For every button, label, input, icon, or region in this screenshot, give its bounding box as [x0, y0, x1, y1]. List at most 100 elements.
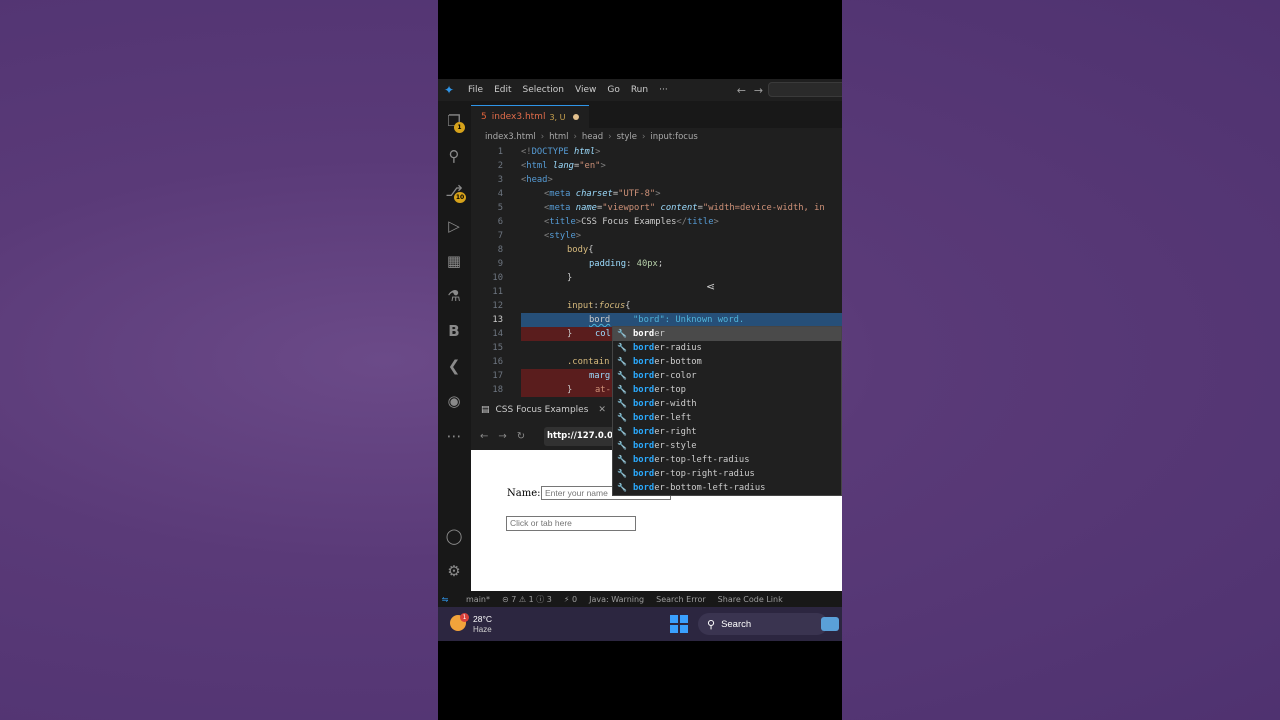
github-icon[interactable]: ◉: [444, 391, 464, 411]
menu-more[interactable]: ···: [659, 85, 668, 95]
taskbar-search[interactable]: ⚲ Search: [698, 613, 828, 635]
suggestion-match: bord: [633, 357, 655, 367]
typed-word: bord: [589, 315, 611, 325]
line-number: 18: [492, 385, 503, 395]
line-number: 15: [492, 343, 503, 353]
remote-icon[interactable]: ⇋: [438, 595, 452, 604]
line-number: 1: [497, 147, 503, 157]
wrench-property-icon: 🔧: [617, 399, 627, 408]
suggestion-item[interactable]: 🔧 bord er-bottom: [613, 355, 841, 369]
line-number: 7: [497, 231, 503, 241]
tab-index3-html[interactable]: 5 index3.html 3, U: [471, 105, 590, 128]
forward-arrow-icon[interactable]: →: [754, 84, 763, 97]
search-icon[interactable]: ⚲: [444, 146, 464, 166]
reload-icon[interactable]: ↻: [517, 431, 525, 442]
accounts-icon[interactable]: ◯: [444, 526, 464, 546]
browser-forward-icon[interactable]: →: [498, 431, 506, 442]
weather-badge: 1: [460, 613, 469, 622]
title-bar: ✦ File Edit Selection View Go Run ··· ← …: [438, 79, 842, 101]
taskbar-app-icon[interactable]: [821, 617, 839, 631]
explorer-badge: 1: [454, 122, 465, 133]
chevron-right-icon: ›: [573, 131, 577, 142]
suggestion-item[interactable]: 🔧 bord er-right: [613, 425, 841, 439]
suggestion-item[interactable]: 🔧 bord er-radius: [613, 341, 841, 355]
chevron-right-icon: ›: [608, 131, 612, 142]
menu-selection[interactable]: Selection: [523, 85, 564, 95]
menu-edit[interactable]: Edit: [494, 85, 511, 95]
wrench-property-icon: 🔧: [617, 357, 627, 366]
line-number: 6: [497, 217, 503, 227]
phone-frame: ✦ File Edit Selection View Go Run ··· ← …: [438, 0, 842, 720]
line-number: 4: [497, 189, 503, 199]
remote-explorer-icon[interactable]: ❮: [444, 356, 464, 376]
more-views-icon[interactable]: ⋯: [444, 426, 464, 446]
browser-tab[interactable]: ▤ CSS Focus Examples ✕: [471, 397, 616, 422]
extensions-icon[interactable]: ▦: [444, 251, 464, 271]
tab-filename: index3.html: [491, 112, 546, 122]
code-line: 4 <meta charset="UTF-8">: [471, 187, 842, 201]
suggestion-item[interactable]: 🔧 bord er-top-left-radius: [613, 453, 841, 467]
taskbar-search-label: Search: [721, 618, 752, 630]
line-number: 3: [497, 175, 503, 185]
close-icon[interactable]: ✕: [598, 405, 606, 415]
browser-back-icon[interactable]: ←: [480, 431, 488, 442]
suggestion-item[interactable]: 🔧 bord er-color: [613, 369, 841, 383]
suggestion-rest: er-top-right-radius: [654, 469, 755, 479]
suggestion-rest: er-top: [654, 385, 686, 395]
windows-taskbar: 1 28°C Haze ⚲ Search: [438, 607, 842, 641]
suggestion-item[interactable]: 🔧 bord er-bottom-left-radius: [613, 481, 841, 495]
menu-view[interactable]: View: [575, 85, 596, 95]
back-arrow-icon[interactable]: ←: [737, 84, 746, 97]
search-icon: ⚲: [707, 618, 716, 631]
wrench-property-icon: 🔧: [617, 385, 627, 394]
b-extension-icon[interactable]: B: [444, 321, 464, 341]
weather-widget[interactable]: 1 28°C Haze: [450, 613, 510, 635]
code-line-current: 13 bord "bord": Unknown word.: [471, 313, 842, 327]
breadcrumb-html[interactable]: html: [549, 132, 568, 142]
vscode-logo-icon: ✦: [444, 83, 455, 97]
java-status[interactable]: Java: Warning: [589, 595, 644, 604]
chevron-right-icon: ›: [540, 131, 545, 142]
breadcrumb: index3.html › html › head › style › input:fo…: [471, 128, 842, 145]
breadcrumb-style[interactable]: style: [617, 132, 637, 142]
menu-run[interactable]: Run: [631, 85, 648, 95]
problems-indicator[interactable]: ⊝ 7 ⚠ 1 ⓘ 3: [502, 594, 552, 605]
code-line: 3 <head>: [471, 173, 842, 187]
breadcrumb-input-focus[interactable]: input:focus: [650, 132, 697, 142]
suggestion-item[interactable]: 🔧 bord er: [613, 327, 841, 341]
code-line: 12 input:focus{: [471, 299, 842, 313]
wrench-property-icon: 🔧: [617, 483, 627, 492]
ports-indicator[interactable]: ⚡ 0: [564, 595, 577, 604]
windows-start-icon[interactable]: [670, 615, 688, 633]
code-line: 11: [471, 285, 842, 299]
branch-indicator[interactable]: main*: [466, 595, 490, 604]
suggestion-match: bord: [633, 329, 655, 339]
suggestion-rest: er-left: [654, 413, 692, 423]
breadcrumb-file[interactable]: index3.html: [485, 132, 536, 142]
code-line: 10}: [471, 271, 842, 285]
search-error-status[interactable]: Search Error: [656, 595, 706, 604]
line-number: 14: [492, 329, 503, 339]
suggestion-item[interactable]: 🔧 bord er-top-right-radius: [613, 467, 841, 481]
run-debug-icon[interactable]: ▷: [444, 216, 464, 236]
unsaved-dot-icon[interactable]: [573, 114, 580, 120]
browser-tab-title: CSS Focus Examples: [495, 404, 589, 415]
line-number: 8: [497, 245, 503, 255]
suggestion-item[interactable]: 🔧 bord er-top: [613, 383, 841, 397]
menu-file[interactable]: File: [468, 85, 483, 95]
suggestion-item[interactable]: 🔧 bord er-left: [613, 411, 841, 425]
breadcrumb-head[interactable]: head: [582, 132, 603, 142]
settings-gear-icon[interactable]: ⚙: [444, 561, 464, 581]
suggestion-rest: er-radius: [654, 343, 702, 353]
suggestion-match: bord: [633, 441, 655, 451]
share-code-link[interactable]: Share Code Link: [718, 595, 783, 604]
wrench-property-icon: 🔧: [617, 343, 627, 352]
menu-go[interactable]: Go: [607, 85, 619, 95]
command-center[interactable]: [768, 82, 842, 97]
suggestion-item[interactable]: 🔧 bord er-style: [613, 439, 841, 453]
browser-tab-icon: ▤: [481, 404, 490, 415]
testing-flask-icon[interactable]: ⚗: [444, 286, 464, 306]
suggestion-item[interactable]: 🔧 bord er-width: [613, 397, 841, 411]
click-or-tab-input[interactable]: Click or tab here: [506, 516, 636, 531]
wrench-property-icon: 🔧: [617, 427, 627, 436]
